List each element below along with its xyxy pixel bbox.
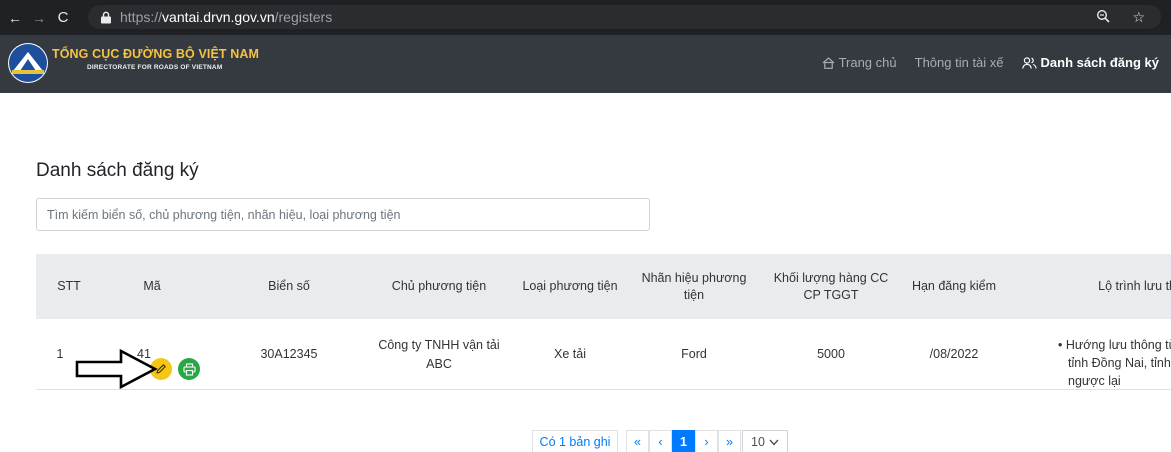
nav-registration-list-label: Danh sách đăng ký	[1040, 55, 1159, 70]
page-1-button[interactable]: 1	[672, 430, 695, 452]
route-line: ngược lại	[1058, 372, 1171, 390]
cell-owner: Công ty TNHH vận tải ABC	[378, 338, 500, 371]
top-nav: Trang chủ Thông tin tài xế Danh sách đăn…	[804, 55, 1159, 70]
col-vehicle-type[interactable]: Loại phương tiện	[510, 254, 630, 319]
lock-icon	[101, 11, 111, 23]
table-header: STT Mã Biển số Chủ phương tiện Loại phươ…	[36, 254, 1171, 319]
url-path: /registers	[274, 9, 333, 25]
route-line-2: tỉnh Đồng Nai, tỉnh	[1068, 356, 1171, 371]
zoom-icon[interactable]	[1096, 9, 1111, 26]
col-route[interactable]: Lộ trình lưu th	[1066, 254, 1171, 319]
col-weight[interactable]: Khối lượng hàng CC CP TGGT	[766, 254, 896, 319]
next-page-button[interactable]: ›	[695, 430, 718, 452]
search-input[interactable]	[36, 198, 650, 231]
col-plate[interactable]: Biển số	[236, 254, 342, 319]
table-row: 1 41 30A12345 Công ty TNHH vận tải ABC X…	[36, 319, 1171, 390]
col-code[interactable]: Mã	[102, 254, 202, 319]
home-icon	[822, 56, 834, 69]
col-stt[interactable]: STT	[36, 254, 102, 319]
col-inspection-deadline[interactable]: Hạn đăng kiểm	[884, 254, 1024, 319]
cell-route: • Hướng lưu thông từ tỉnh Đồng Nai, tỉnh…	[1058, 336, 1171, 390]
route-line: tỉnh Đồng Nai, tỉnh	[1058, 354, 1171, 372]
brand-subtitle: DIRECTORATE FOR ROADS OF VIETNAM	[87, 64, 223, 71]
cell-stt: 1	[56, 347, 64, 362]
chevron-down-icon	[769, 439, 779, 446]
prev-page-button[interactable]: ‹	[649, 430, 672, 452]
url-scheme: https://	[120, 9, 163, 25]
route-line-3: ngược lại	[1068, 374, 1121, 389]
nav-driver-info[interactable]: Thông tin tài xế	[915, 55, 1004, 70]
nav-home-label: Trang chủ	[838, 55, 897, 70]
nav-registration-list[interactable]: Danh sách đăng ký	[1021, 55, 1159, 70]
page-size-select[interactable]: 10	[742, 430, 788, 452]
drvn-logo[interactable]	[8, 43, 48, 83]
site-header: TỔNG CỤC ĐƯỜNG BỘ VIỆT NAM DIRECTORATE F…	[0, 35, 1171, 93]
page-size-value: 10	[751, 435, 765, 449]
back-icon[interactable]: ←	[6, 9, 24, 27]
forward-icon[interactable]: →	[30, 9, 48, 27]
bookmark-star-icon[interactable]: ☆	[1132, 9, 1145, 26]
url-host: vantai.drvn.gov.vn	[162, 9, 275, 25]
print-button[interactable]	[178, 358, 200, 380]
col-owner[interactable]: Chủ phương tiện	[366, 254, 512, 319]
arrow-right-icon	[75, 348, 158, 390]
browser-toolbar: ← → C https://vantai.drvn.gov.vn/registe…	[0, 0, 1171, 35]
last-page-button[interactable]: »	[718, 430, 741, 452]
route-line-1: Hướng lưu thông từ	[1065, 338, 1171, 352]
address-bar[interactable]: https://vantai.drvn.gov.vn/registers ☆	[88, 5, 1161, 29]
cell-brand: Ford	[681, 347, 707, 362]
nav-driver-info-label: Thông tin tài xế	[914, 55, 1004, 70]
route-line: • Hướng lưu thông từ	[1058, 336, 1171, 354]
first-page-button[interactable]: «	[626, 430, 649, 452]
record-count: Có 1 bản ghi	[532, 430, 618, 452]
cell-vehicle-type: Xe tải	[554, 347, 586, 362]
users-icon	[1021, 56, 1037, 69]
printer-icon	[182, 362, 196, 376]
cell-weight: 5000	[817, 347, 845, 362]
col-brand[interactable]: Nhãn hiệu phương tiện	[632, 254, 756, 319]
brand-title[interactable]: TỔNG CỤC ĐƯỜNG BỘ VIỆT NAM	[52, 47, 259, 61]
nav-home[interactable]: Trang chủ	[822, 55, 897, 70]
cell-plate: 30A12345	[260, 347, 318, 362]
page-title: Danh sách đăng ký	[36, 160, 199, 181]
reload-icon[interactable]: C	[54, 9, 72, 27]
cell-inspection-deadline: /08/2022	[929, 347, 979, 362]
